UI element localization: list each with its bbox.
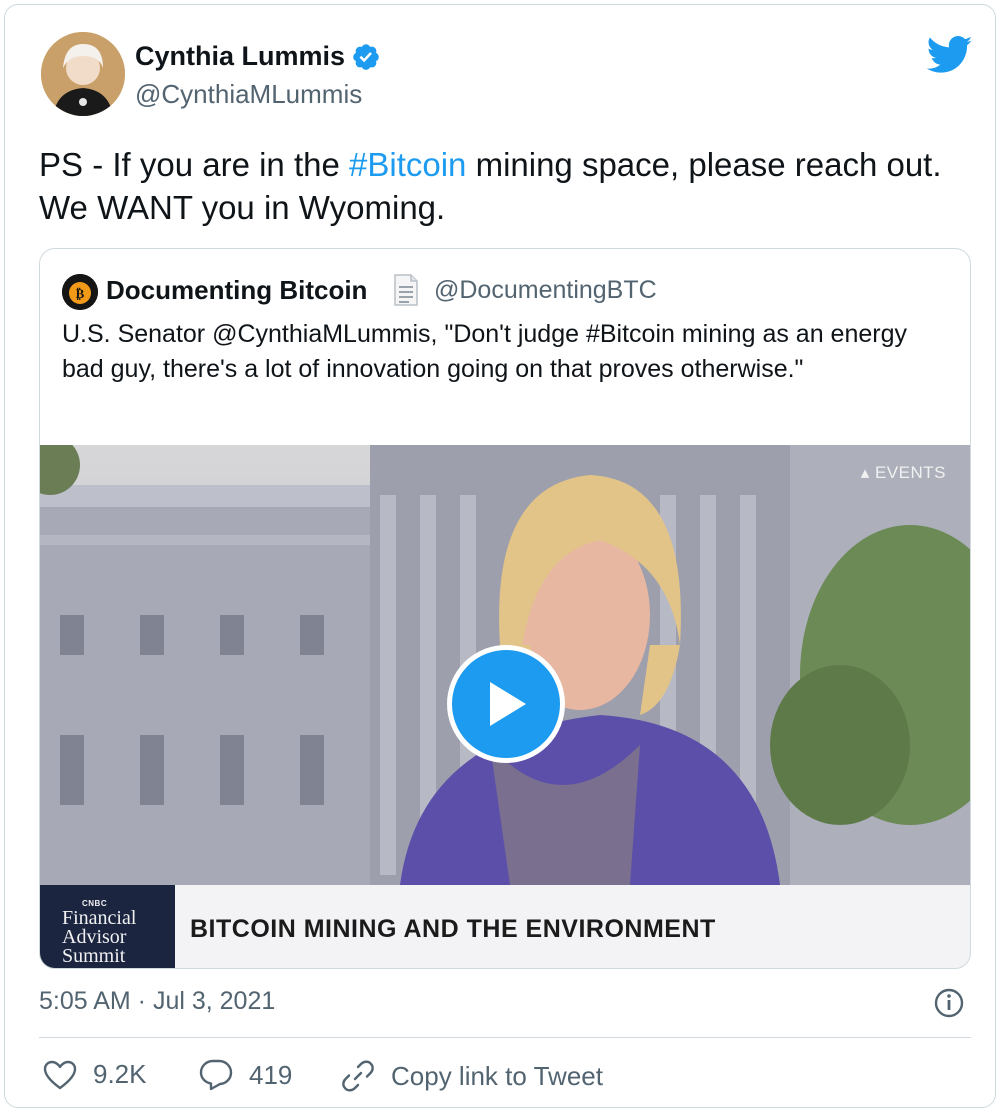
author-name[interactable]: Cynthia Lummis [135,41,345,72]
copy-link-label: Copy link to Tweet [391,1060,603,1091]
summit-logo: CNBC Financial Advisor Summit [40,885,175,968]
svg-text:₿: ₿ [76,287,85,302]
play-icon [490,682,526,726]
link-icon [342,1060,374,1092]
quoted-author-avatar[interactable]: ₿ [62,274,98,310]
hashtag-link[interactable]: #Bitcoin [349,146,466,183]
like-count: 9.2K [93,1059,147,1089]
heart-icon [43,1060,77,1089]
verified-badge-icon [353,43,379,70]
quoted-author-handle[interactable]: @DocumentingBTC [434,276,657,305]
author-handle[interactable]: @CynthiaMLummis [135,79,362,110]
quoted-tweet[interactable]: ₿ Documenting Bitcoin @DocumentingBTC U.… [39,248,971,969]
tweet-text: PS - If you are in the #Bitcoin mining s… [39,146,942,226]
info-icon[interactable] [933,987,965,1019]
play-button[interactable] [447,645,565,763]
document-icon [394,274,418,306]
reply-count: 419 [249,1059,293,1090]
video-lower-third: CNBC Financial Advisor Summit BITCOIN MI… [40,885,970,968]
reply-icon [199,1059,233,1091]
copy-link-button[interactable]: Copy link to Tweet [341,1059,603,1093]
like-button[interactable]: 9.2K [43,1059,147,1090]
twitter-bird-icon[interactable] [927,35,973,75]
divider [39,1037,971,1038]
video-watermark: ▴ EVENTS [860,463,946,482]
quoted-tweet-text: U.S. Senator @CynthiaMLummis, "Don't jud… [62,320,907,383]
quoted-author-name[interactable]: Documenting Bitcoin [106,275,367,306]
video-headline: BITCOIN MINING AND THE ENVIRONMENT [190,915,716,943]
tweet-timestamp[interactable]: 5:05 AM · Jul 3, 2021 [39,987,275,1016]
video-player[interactable]: ▴ EVENTS CNBC Financial Advisor Summit B… [40,445,970,968]
tweet-card: Cynthia Lummis @CynthiaMLummis PS - If y… [4,4,996,1108]
reply-button[interactable]: 419 [199,1059,292,1091]
author-avatar[interactable] [41,32,125,116]
